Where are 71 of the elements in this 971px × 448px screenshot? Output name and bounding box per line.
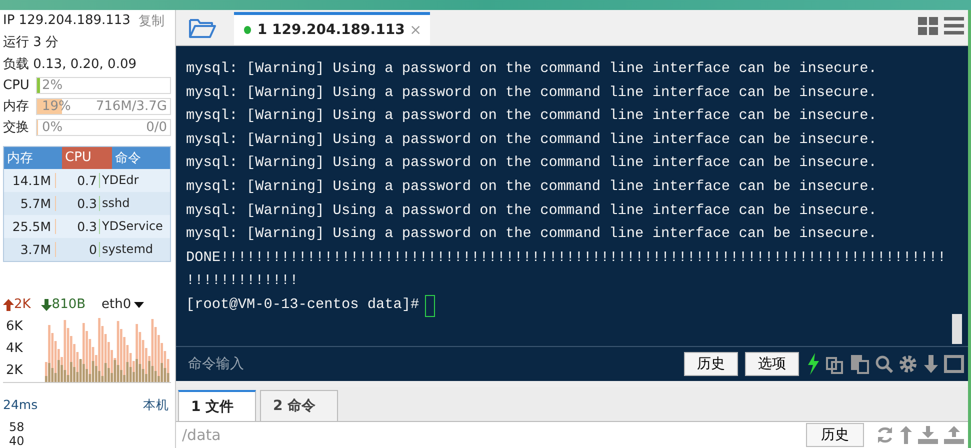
- meter-percent: 0%: [41, 120, 63, 135]
- command-input[interactable]: 命令输入: [186, 351, 679, 377]
- axis-label: 6K: [6, 319, 24, 334]
- terminal-line: mysql: [Warning] Using a password on the command line interface can be insecure.: [186, 202, 878, 221]
- lightning-icon[interactable]: [806, 353, 820, 375]
- toolbar-button[interactable]: 选项: [745, 352, 799, 376]
- meter-label: 内存: [3, 98, 30, 116]
- table-cell: 5.7M: [4, 196, 56, 211]
- meter-label: CPU: [3, 78, 30, 93]
- table-cell: 0: [56, 242, 100, 257]
- table-cell: 3.7M: [4, 242, 56, 257]
- table-cell: 0.3: [56, 196, 100, 211]
- copy-link[interactable]: 复制: [138, 12, 164, 30]
- up-arrow-icon[interactable]: [900, 426, 912, 444]
- terminal-line: !!!!!!!!!!!!!: [186, 272, 300, 292]
- terminal-line: mysql: [Warning] Using a password on the command line interface can be insecure.: [186, 84, 878, 103]
- axis-label: 2K: [6, 363, 24, 378]
- window-icon[interactable]: [944, 355, 964, 373]
- upload-icon[interactable]: [944, 426, 964, 444]
- latency-target: 本机: [143, 396, 169, 414]
- load-text: 负载 0.13, 0.20, 0.09: [3, 56, 136, 73]
- meter-amount: 0/0: [146, 120, 167, 135]
- caret-icon: [134, 302, 144, 308]
- axis-label: 58: [9, 420, 26, 434]
- scrollbar-thumb[interactable]: [952, 314, 962, 344]
- uptime-text: 运行 3 分: [3, 34, 59, 52]
- table-cell: 0.7: [56, 172, 100, 188]
- column-header[interactable]: CPU: [62, 146, 112, 169]
- menu-icon[interactable]: [944, 17, 964, 35]
- table-cell-text: YDService: [101, 219, 164, 234]
- table-cell-text: sshd: [101, 196, 131, 210]
- table-cell: 14.1M: [4, 172, 56, 188]
- close-icon[interactable]: [410, 25, 420, 35]
- down-arrow-icon[interactable]: [923, 355, 939, 373]
- table-cell: 25.5M: [4, 218, 56, 234]
- up-arrow-icon: [3, 298, 14, 311]
- table-cell: 0.3: [56, 218, 100, 234]
- copy-icon[interactable]: [825, 354, 845, 374]
- toolbar-button[interactable]: 历史: [684, 352, 738, 376]
- meter-label: 交换: [3, 119, 30, 136]
- panel-tab[interactable]: 1 文件: [178, 390, 256, 421]
- session-tab[interactable]: 1 129.204.189.113: [234, 12, 430, 45]
- download-rate: 810B: [40, 297, 86, 312]
- table-cell-text: systemd: [101, 242, 154, 256]
- gear-icon[interactable]: [898, 354, 918, 374]
- upload-rate: 2K: [3, 297, 31, 312]
- latency-value: 24ms: [3, 396, 38, 414]
- meter-percent: 2%: [41, 78, 63, 93]
- terminal-line: mysql: [Warning] Using a password on the command line interface can be insecure.: [186, 154, 878, 174]
- download-icon[interactable]: [918, 426, 938, 444]
- meter-amount: 716M/3.7G: [96, 98, 167, 114]
- axis-label: 4K: [6, 341, 24, 356]
- grid-icon[interactable]: [918, 17, 938, 35]
- shell-prompt: [root@VM-0-13-centos data]#: [186, 296, 420, 315]
- terminal-line: mysql: [Warning] Using a password on the command line interface can be insecure.: [186, 107, 878, 126]
- terminal-line: mysql: [Warning] Using a password on the command line interface can be insecure.: [186, 60, 878, 79]
- interface-dropdown[interactable]: eth0: [102, 297, 144, 312]
- ip-address: IP 129.204.189.113: [3, 13, 130, 28]
- terminal-line: mysql: [Warning] Using a password on the command line interface can be insecure.: [186, 225, 878, 244]
- down-arrow-icon: [40, 298, 52, 311]
- refresh-icon[interactable]: [876, 426, 894, 444]
- paste-icon[interactable]: [850, 354, 870, 374]
- terminal-line: mysql: [Warning] Using a password on the command line interface can be insecure.: [186, 130, 878, 150]
- table-cell-text: YDEdr: [101, 173, 140, 188]
- terminal-line: DONE!!!!!!!!!!!!!!!!!!!!!!!!!!!!!!!!!!!!!!!!!!!!!!!!!!!!!!!!!!!!!!!!!!!!!!!!!!!!!!!!!!!!: [186, 248, 947, 268]
- axis-label: 40: [9, 434, 26, 448]
- history-button[interactable]: 历史: [806, 423, 864, 447]
- search-icon[interactable]: [875, 355, 893, 373]
- text-cursor: [425, 294, 436, 317]
- panel-tab[interactable]: 2 命令: [260, 390, 338, 421]
- terminal-line: mysql: [Warning] Using a password on the command line interface can be insecure.: [186, 178, 878, 197]
